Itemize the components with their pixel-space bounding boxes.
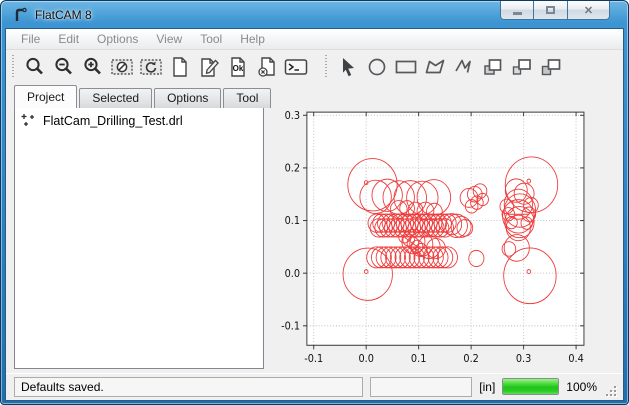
maximize-button[interactable] [534, 1, 568, 20]
draw-path-button[interactable] [449, 53, 478, 81]
toolbar-drag-handle-2[interactable] [324, 55, 328, 79]
clear-plot-button[interactable] [107, 53, 136, 81]
menu-file[interactable]: File [12, 30, 49, 49]
progress-bar-fill [503, 379, 558, 394]
edit-file-icon [198, 56, 220, 78]
menu-bar: File Edit Options View Tool Help [6, 29, 623, 50]
window-title: FlatCAM 8 [35, 8, 92, 22]
tab-selected[interactable]: Selected [79, 88, 152, 108]
cancel-document-icon [256, 56, 278, 78]
new-file-icon [170, 56, 190, 78]
copy-objects-icon [510, 56, 534, 78]
main-area: FlatCam_Drilling_Test.drl -0.1 0.0 0.1 0.2 0… [6, 108, 623, 373]
command-line-icon [284, 57, 308, 77]
zoom-in-icon [82, 56, 104, 78]
x-tick-label: 0.1 [411, 354, 426, 365]
app-logo-icon [13, 7, 29, 23]
ok-document-button[interactable]: Ok [223, 53, 252, 81]
menu-tool[interactable]: Tool [191, 30, 231, 49]
select-button[interactable] [333, 53, 362, 81]
screenshot-root: { "window": { "title": "FlatCAM 8", "cap… [0, 0, 629, 405]
y-tick-label: -0.1 [281, 321, 300, 332]
menu-help[interactable]: Help [231, 30, 274, 49]
title-bar[interactable]: FlatCAM 8 ✕ [5, 1, 624, 28]
zoom-in-button[interactable] [78, 53, 107, 81]
copy-shape-button[interactable] [478, 53, 507, 81]
tree-item-label: FlatCam_Drilling_Test.drl [43, 114, 183, 128]
menu-view[interactable]: View [147, 30, 191, 49]
tab-project[interactable]: Project [14, 85, 77, 108]
move-objects-icon [539, 56, 563, 78]
x-tick-label: 0.3 [516, 354, 531, 365]
zoom-fit-button[interactable] [20, 53, 49, 81]
menu-options[interactable]: Options [88, 30, 147, 49]
svg-text:Ok: Ok [232, 64, 243, 73]
progress-percent-label: 100% [566, 380, 597, 394]
new-file-button[interactable] [165, 53, 194, 81]
replot-icon [139, 56, 163, 78]
minimize-button[interactable] [500, 1, 534, 20]
tree-item-drill-file[interactable]: FlatCam_Drilling_Test.drl [15, 108, 263, 131]
x-tick-label: -0.1 [304, 354, 323, 365]
zoom-out-button[interactable] [49, 53, 78, 81]
tab-options[interactable]: Options [154, 88, 221, 108]
flatcam-window: FlatCAM 8 ✕ File Edit Options View Tool … [0, 0, 629, 405]
select-arrow-icon [338, 56, 358, 78]
y-tick-label: 0.1 [285, 216, 300, 227]
cancel-document-button[interactable] [252, 53, 281, 81]
zoom-fit-icon [24, 56, 46, 78]
client-area: File Edit Options View Tool Help [5, 28, 624, 401]
x-tick-label: 0.0 [358, 354, 373, 365]
toolbar: Ok [6, 50, 623, 83]
close-icon: ✕ [584, 4, 593, 17]
units-label: [in] [479, 380, 495, 394]
x-tick-label: 0.4 [568, 354, 583, 365]
minimize-icon [513, 12, 522, 15]
draw-rectangle-button[interactable] [391, 53, 420, 81]
status-secondary-field [370, 377, 472, 397]
draw-circle-button[interactable] [362, 53, 391, 81]
plot-canvas[interactable]: -0.1 0.0 0.1 0.2 0.3 0.4 -0.1 0.0 0.1 0.2 0.3 [268, 108, 617, 369]
zoom-out-icon [53, 56, 75, 78]
toolbar-drag-handle[interactable] [11, 55, 15, 79]
y-tick-label: 0.3 [285, 111, 300, 122]
caption-button-group: ✕ [500, 1, 610, 20]
command-line-button[interactable] [281, 53, 310, 81]
x-tick-label: 0.2 [463, 354, 478, 365]
resize-grip-icon[interactable] [604, 384, 617, 397]
y-tick-label: 0.2 [285, 163, 300, 174]
status-message-field: Defaults saved. [14, 377, 363, 397]
replot-button[interactable] [136, 53, 165, 81]
project-tree-panel[interactable]: FlatCam_Drilling_Test.drl [14, 108, 264, 369]
status-bar: Defaults saved. [in] 100% [6, 373, 623, 400]
polygon-icon [423, 56, 447, 78]
clear-plot-icon [110, 56, 134, 78]
drill-marks-icon [21, 113, 36, 128]
copy-shape-icon [481, 56, 505, 78]
notebook-tabs: Project Selected Options Tool [6, 84, 623, 108]
progress-bar [502, 378, 559, 395]
y-tick-label: 0.0 [285, 269, 300, 280]
ok-document-icon: Ok [228, 56, 248, 78]
circle-icon [366, 56, 388, 78]
path-icon [453, 56, 475, 78]
tab-tool[interactable]: Tool [223, 88, 271, 108]
edit-file-button[interactable] [194, 53, 223, 81]
rectangle-icon [394, 56, 418, 78]
plot-panel: -0.1 0.0 0.1 0.2 0.3 0.4 -0.1 0.0 0.1 0.2 0.3 [268, 108, 617, 369]
copy-objects-button[interactable] [507, 53, 536, 81]
maximize-icon [546, 6, 555, 14]
menu-edit[interactable]: Edit [49, 30, 88, 49]
close-button[interactable]: ✕ [568, 1, 610, 20]
draw-polygon-button[interactable] [420, 53, 449, 81]
move-objects-button[interactable] [536, 53, 565, 81]
